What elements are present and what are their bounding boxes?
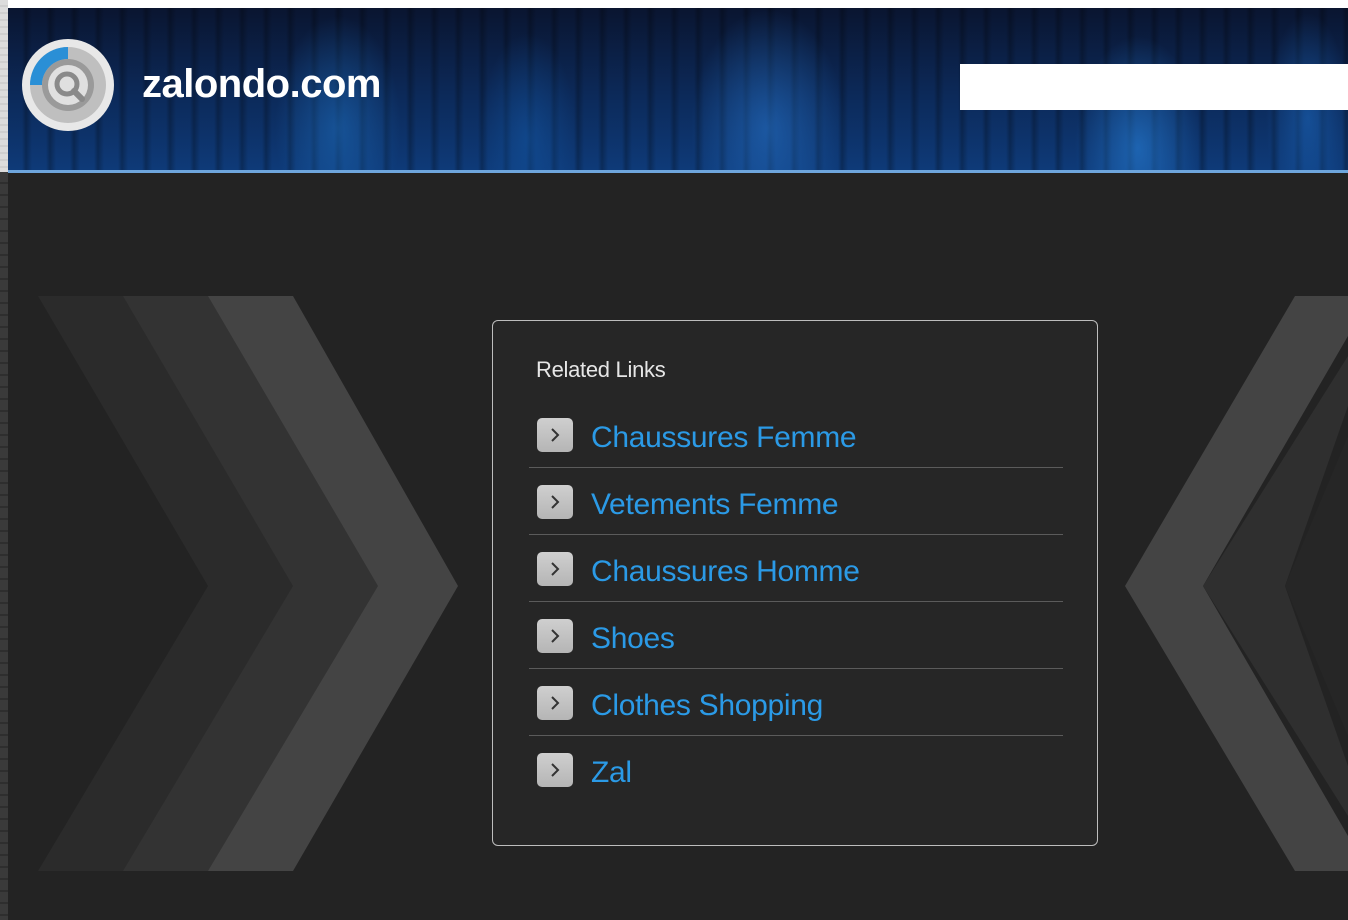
top-edge (0, 0, 1348, 8)
chevron-right-icon[interactable] (537, 485, 573, 519)
related-link[interactable]: Zal (591, 756, 632, 790)
related-link[interactable]: Shoes (591, 622, 675, 656)
chevron-right-icon[interactable] (537, 619, 573, 653)
chevron-right-icon[interactable] (537, 418, 573, 452)
chevron-right-icon[interactable] (537, 753, 573, 787)
chevron-right-icon[interactable] (537, 552, 573, 586)
list-item[interactable]: Chaussures Homme (529, 535, 1063, 602)
chevron-right-icon[interactable] (537, 686, 573, 720)
header-divider (8, 170, 1348, 173)
list-item[interactable]: Shoes (529, 602, 1063, 669)
left-edge-strip-dark (0, 172, 8, 920)
site-name[interactable]: zalondo.com (142, 62, 381, 107)
related-link[interactable]: Vetements Femme (591, 488, 839, 522)
related-links-panel: Related Links Chaussures Femme Vetements… (492, 320, 1098, 846)
related-links-title: Related Links (536, 357, 666, 382)
related-link[interactable]: Chaussures Homme (591, 555, 860, 589)
list-item[interactable]: Zal (529, 736, 1063, 803)
decorative-chevrons-right (1125, 296, 1348, 871)
list-item[interactable]: Clothes Shopping (529, 669, 1063, 736)
related-links-list: Chaussures Femme Vetements Femme Chaussu… (529, 401, 1063, 803)
list-item[interactable]: Vetements Femme (529, 468, 1063, 535)
related-link[interactable]: Clothes Shopping (591, 689, 823, 723)
ring-search-logo-icon[interactable] (20, 37, 116, 133)
list-item[interactable]: Chaussures Femme (529, 401, 1063, 468)
page: zalondo.com Related Links Chaussures Fem… (0, 0, 1348, 920)
search-input[interactable] (960, 64, 1348, 110)
related-link[interactable]: Chaussures Femme (591, 421, 857, 455)
decorative-chevrons-left (38, 296, 458, 871)
